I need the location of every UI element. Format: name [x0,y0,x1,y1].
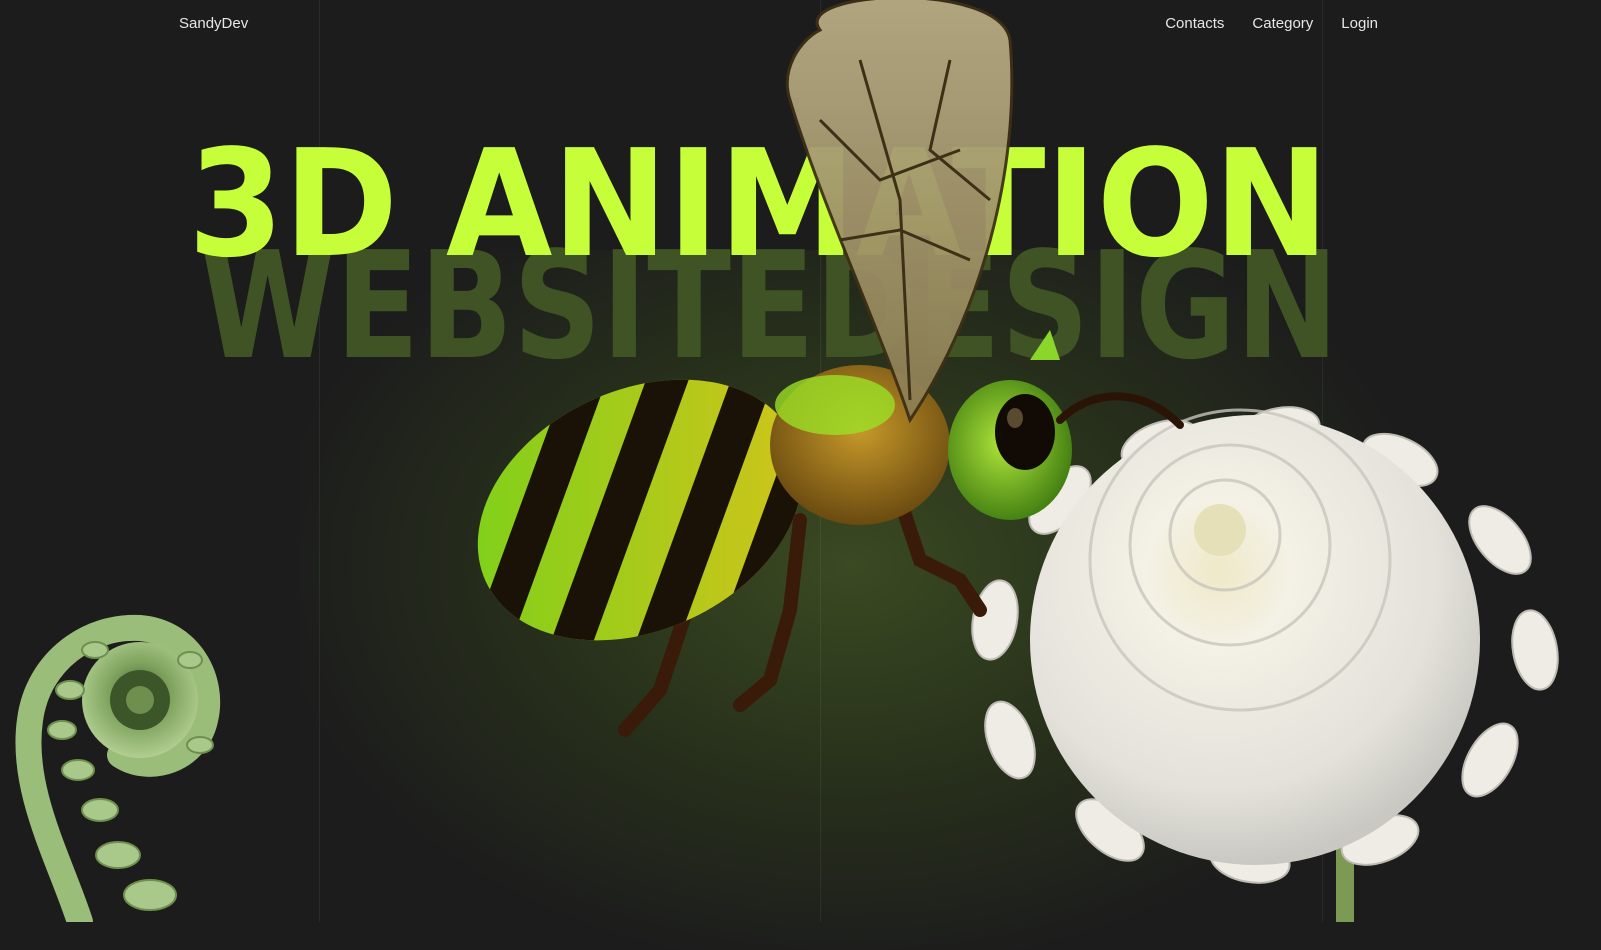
hero-section: WEBSITEDESIGN 3D ANIMATION [0,0,1601,922]
bee-illustration [450,0,1184,737]
